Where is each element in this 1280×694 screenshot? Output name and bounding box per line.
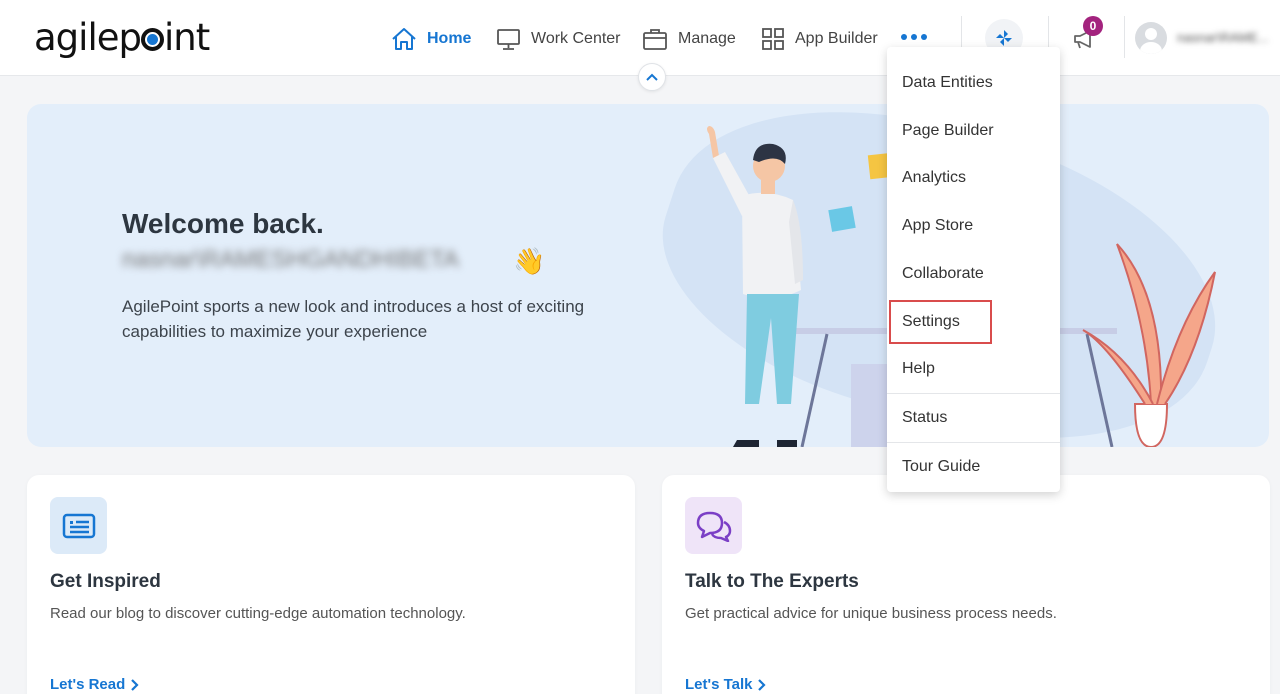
nav-work-center[interactable]: Work Center xyxy=(496,22,621,56)
card-description: Read our blog to discover cutting-edge a… xyxy=(50,605,466,622)
get-inspired-card: Get Inspired Read our blog to discover c… xyxy=(27,475,635,694)
menu-divider xyxy=(887,393,1060,394)
briefcase-icon xyxy=(643,29,667,50)
menu-item-collaborate[interactable]: Collaborate xyxy=(887,251,1060,297)
logo-o-icon xyxy=(140,28,164,51)
menu-divider xyxy=(887,442,1060,443)
header-divider xyxy=(1124,16,1125,58)
nav-work-center-label: Work Center xyxy=(531,30,621,47)
notification-badge: 0 xyxy=(1083,16,1103,36)
more-dropdown-menu: Data Entities Page Builder Analytics App… xyxy=(887,47,1060,492)
settings-highlight-box xyxy=(889,300,992,344)
chevron-right-icon xyxy=(758,678,767,691)
welcome-banner: Welcome back. nasnar\RAMESHGANDHIBETA 👋 … xyxy=(27,104,1269,447)
pinwheel-icon xyxy=(996,30,1012,46)
lets-talk-link[interactable]: Let's Talk xyxy=(685,676,767,693)
avatar[interactable] xyxy=(1135,22,1167,54)
grid-icon xyxy=(762,28,784,50)
nav-home-label: Home xyxy=(427,30,472,47)
menu-item-tour-guide[interactable]: Tour Guide xyxy=(887,444,1060,490)
nav-app-builder[interactable]: App Builder xyxy=(761,22,878,56)
collapse-header-button[interactable] xyxy=(638,63,666,91)
nav-manage-label: Manage xyxy=(678,30,736,47)
menu-item-status[interactable]: Status xyxy=(887,395,1060,441)
card-title: Talk to The Experts xyxy=(685,571,859,592)
home-icon xyxy=(392,28,416,50)
more-menu-icon[interactable] xyxy=(901,34,927,40)
menu-item-help[interactable]: Help xyxy=(887,346,1060,392)
card-title: Get Inspired xyxy=(50,571,161,592)
nav-home[interactable]: Home xyxy=(391,22,471,56)
waving-hand-icon: 👋 xyxy=(513,246,546,276)
chevron-up-icon xyxy=(646,73,658,81)
monitor-icon xyxy=(497,29,520,50)
nav-manage[interactable]: Manage xyxy=(642,22,736,56)
chevron-right-icon xyxy=(131,678,139,691)
blog-icon xyxy=(50,497,107,554)
lets-read-link[interactable]: Let's Read xyxy=(50,676,139,693)
chat-bubbles-icon xyxy=(685,497,742,554)
talk-to-experts-card: Talk to The Experts Get practical advice… xyxy=(662,475,1270,694)
menu-item-app-store[interactable]: App Store xyxy=(887,203,1060,249)
menu-item-page-builder[interactable]: Page Builder xyxy=(887,108,1060,154)
agilepoint-logo[interactable]: agilep int xyxy=(34,18,210,58)
welcome-description: AgilePoint sports a new look and introdu… xyxy=(122,297,585,341)
username[interactable]: nasnar\RAME... xyxy=(1177,30,1269,45)
menu-item-analytics[interactable]: Analytics xyxy=(887,155,1060,201)
welcome-username: nasnar\RAMESHGANDHIBETA xyxy=(122,246,459,273)
welcome-heading: Welcome back. xyxy=(122,208,324,239)
card-description: Get practical advice for unique business… xyxy=(685,605,1057,622)
nav-app-builder-label: App Builder xyxy=(795,30,878,47)
top-header: agilep int Home Work Center Manage App Bu… xyxy=(0,0,1280,76)
menu-item-data-entities[interactable]: Data Entities xyxy=(887,60,1060,106)
